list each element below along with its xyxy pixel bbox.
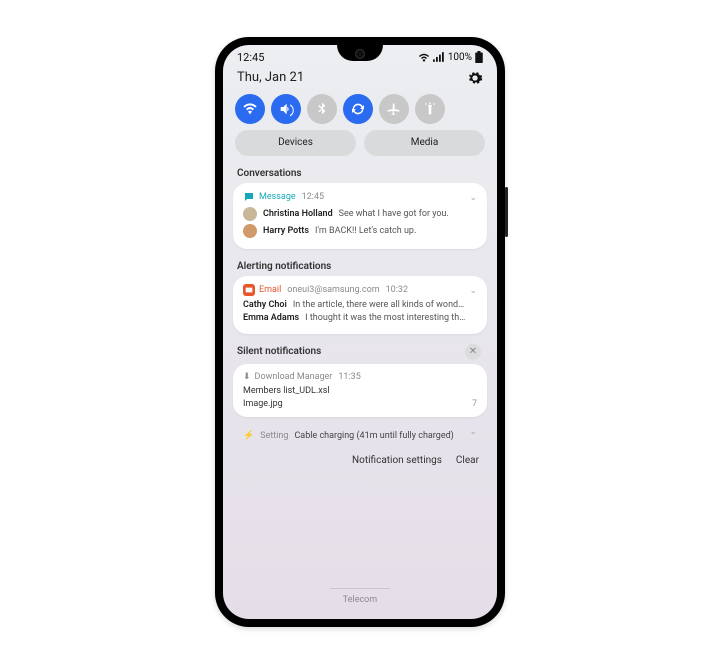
chevron-down-icon[interactable]: ⌄ xyxy=(469,193,477,203)
wifi-icon xyxy=(242,101,258,117)
alert-item: Cathy Choi In the article, there were al… xyxy=(243,300,477,310)
email-app-icon xyxy=(243,284,255,296)
sound-icon xyxy=(278,101,294,117)
rotate-icon xyxy=(350,101,366,117)
section-alerting-label: Alerting notifications xyxy=(223,257,497,276)
phone-screen: 12:45 100% Thu, Jan 21 Devices Medi xyxy=(223,45,497,619)
carrier-label: Telecom xyxy=(223,588,497,605)
charging-notification[interactable]: ⚡ Setting Cable charging (41m until full… xyxy=(233,425,487,447)
footer-row: Notification settings Clear xyxy=(223,453,497,468)
panel-date: Thu, Jan 21 xyxy=(237,70,304,85)
app-name: Email xyxy=(259,285,281,295)
card-head: ⬇ Download Manager 11:35 xyxy=(243,372,477,382)
conversation-item: Harry Potts I'm BACK!! Let's catch up. xyxy=(243,224,477,238)
chevron-down-icon[interactable]: ⌄ xyxy=(469,427,477,437)
qs-rotate-toggle[interactable] xyxy=(343,94,373,124)
pill-row: Devices Media xyxy=(223,130,497,164)
qs-flashlight-toggle[interactable] xyxy=(415,94,445,124)
status-right: 100% xyxy=(418,51,483,63)
timestamp: 11:35 xyxy=(338,372,360,382)
section-silent-label: Silent notifications xyxy=(237,346,321,357)
devices-button[interactable]: Devices xyxy=(235,130,356,156)
quick-settings-row xyxy=(223,90,497,130)
flashlight-icon xyxy=(422,101,438,117)
message-body: In the article, there were all kinds of … xyxy=(293,300,464,310)
wifi-icon xyxy=(418,52,430,62)
sender: Emma Adams xyxy=(243,313,299,323)
airplane-icon xyxy=(386,101,402,117)
qs-airplane-toggle[interactable] xyxy=(379,94,409,124)
download-count: 7 xyxy=(472,399,477,409)
timestamp: 12:45 xyxy=(302,192,324,202)
alert-item: Emma Adams I thought it was the most int… xyxy=(243,313,477,323)
timestamp: 10:32 xyxy=(386,285,408,295)
email-account: oneui3@samsung.com xyxy=(287,285,379,295)
chevron-down-icon[interactable]: ⌄ xyxy=(469,286,477,296)
card-head: Message 12:45 ⌄ xyxy=(243,191,477,203)
settings-button[interactable] xyxy=(467,70,483,86)
media-label: Media xyxy=(411,137,439,148)
close-silent-button[interactable]: ✕ xyxy=(465,344,481,360)
charging-body: Cable charging (41m until fully charged) xyxy=(294,431,453,441)
bolt-icon: ⚡ xyxy=(243,431,254,441)
app-name: Download Manager xyxy=(255,372,333,382)
section-silent-header: Silent notifications ✕ xyxy=(223,342,497,364)
alert-card[interactable]: Email oneui3@samsung.com 10:32 ⌄ Cathy C… xyxy=(233,276,487,334)
signal-icon xyxy=(433,52,445,62)
notification-settings-button[interactable]: Notification settings xyxy=(352,455,442,466)
card-head: Email oneui3@samsung.com 10:32 ⌄ xyxy=(243,284,477,296)
message-body: I'm BACK!! Let's catch up. xyxy=(315,226,416,236)
conversation-item: Christina Holland See what I have got fo… xyxy=(243,207,477,221)
sender: Cathy Choi xyxy=(243,300,287,310)
section-conversations-label: Conversations xyxy=(223,164,497,183)
download-icon: ⬇ xyxy=(243,372,251,382)
bluetooth-icon xyxy=(314,101,330,117)
avatar xyxy=(243,224,257,238)
conversation-card[interactable]: Message 12:45 ⌄ Christina Holland See wh… xyxy=(233,183,487,249)
download-item-row: Image.jpg 7 xyxy=(243,399,477,409)
close-icon: ✕ xyxy=(469,346,477,357)
sender: Harry Potts xyxy=(263,226,309,236)
download-card[interactable]: ⬇ Download Manager 11:35 Members list_UD… xyxy=(233,364,487,417)
status-time: 12:45 xyxy=(237,51,264,64)
qs-wifi-toggle[interactable] xyxy=(235,94,265,124)
message-body: I thought it was the most interesting th… xyxy=(305,313,465,323)
clear-button[interactable]: Clear xyxy=(456,455,479,466)
media-button[interactable]: Media xyxy=(364,130,485,156)
battery-percent: 100% xyxy=(448,52,472,63)
app-name: Message xyxy=(259,192,296,202)
download-item: Image.jpg xyxy=(243,399,283,409)
avatar xyxy=(243,207,257,221)
app-name: Setting xyxy=(260,431,288,441)
header-row: Thu, Jan 21 xyxy=(223,64,497,90)
download-item: Members list_UDL.xsl xyxy=(243,386,477,396)
qs-sound-toggle[interactable] xyxy=(271,94,301,124)
sender: Christina Holland xyxy=(263,209,333,219)
phone-frame: 12:45 100% Thu, Jan 21 Devices Medi xyxy=(215,37,505,627)
gear-icon xyxy=(467,70,483,86)
message-app-icon xyxy=(243,191,255,203)
devices-label: Devices xyxy=(278,137,313,148)
qs-bluetooth-toggle[interactable] xyxy=(307,94,337,124)
message-body: See what I have got for you. xyxy=(339,209,449,219)
battery-icon xyxy=(475,51,483,63)
